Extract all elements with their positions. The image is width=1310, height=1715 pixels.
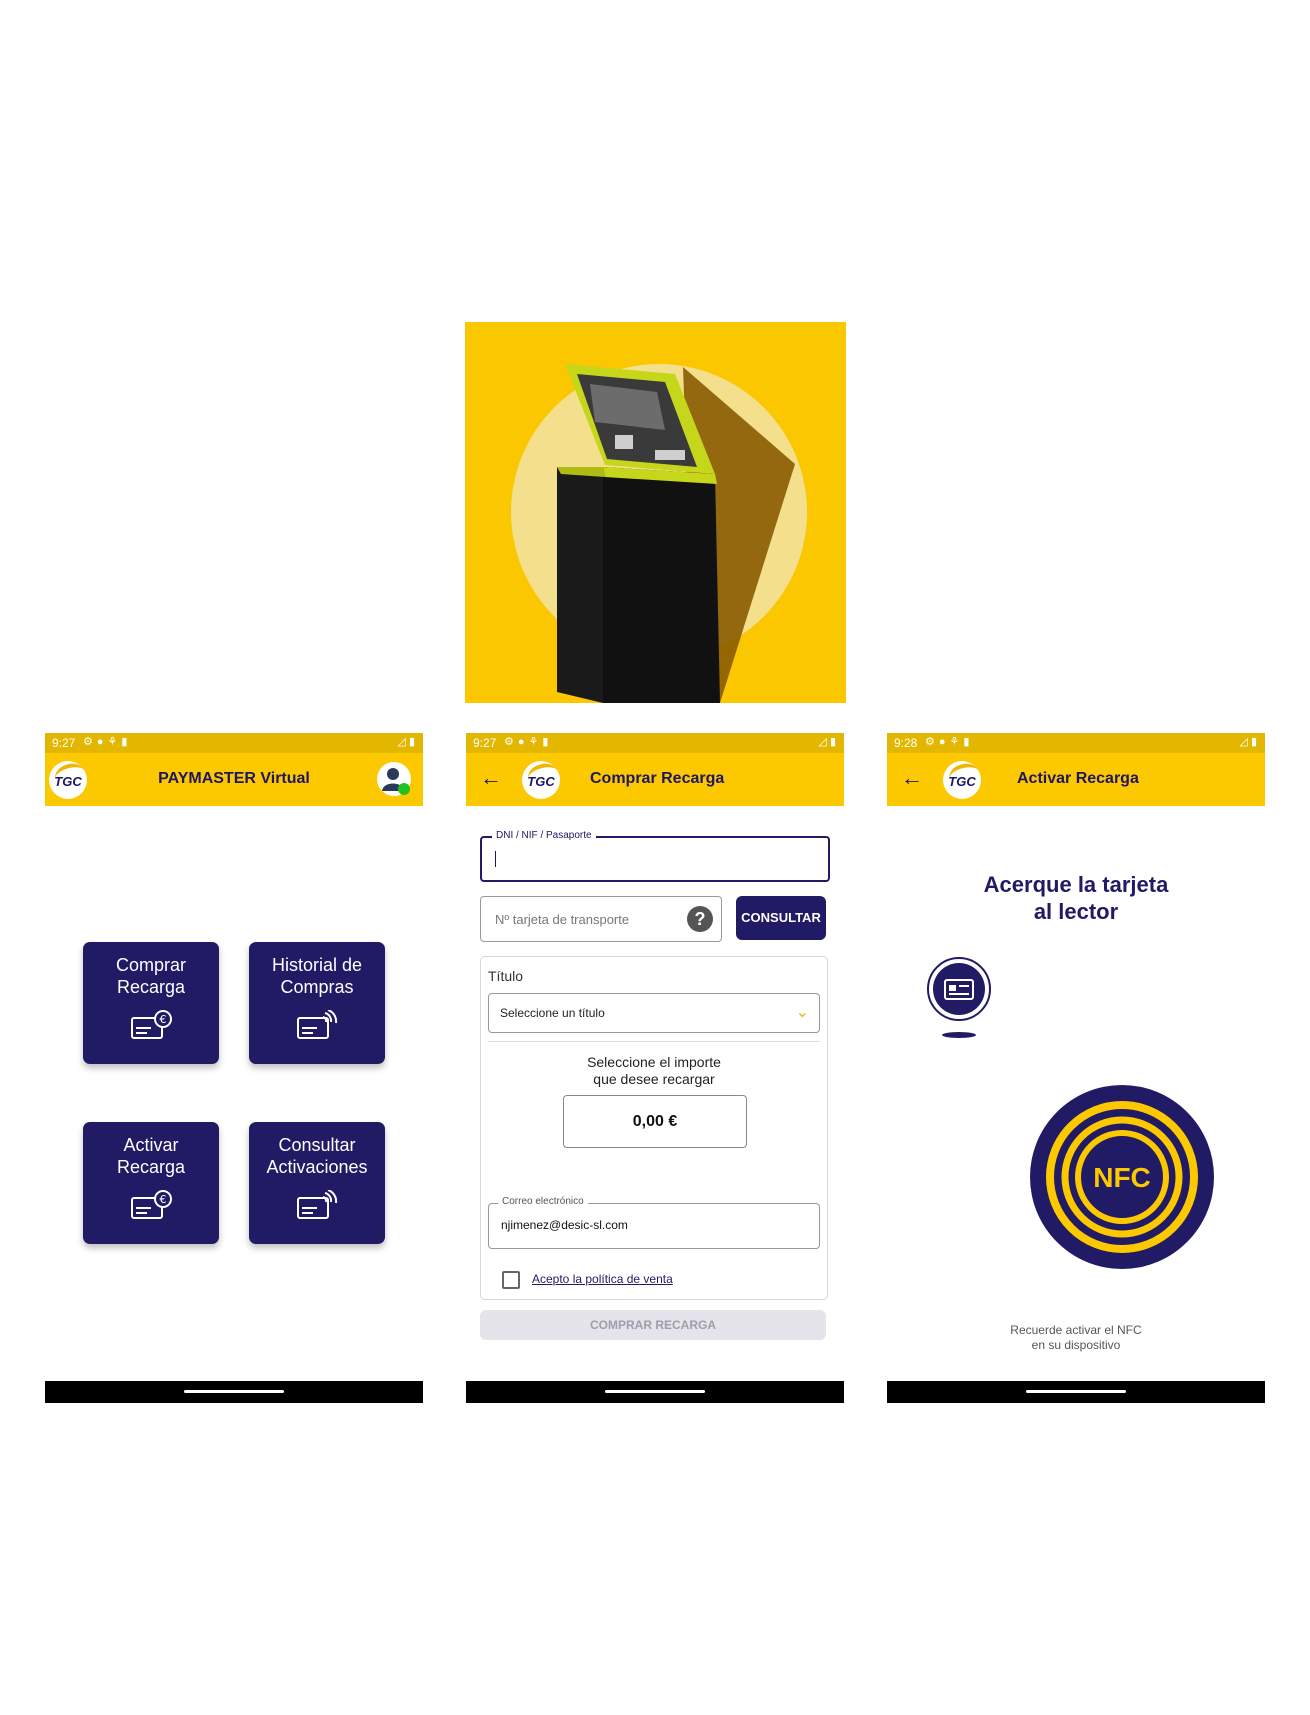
tgc-logo: TGC — [943, 761, 981, 799]
status-bar: 9:27 ⚙●⚘▮ ◿ ▮ — [466, 733, 844, 753]
card-contactless-icon — [297, 1190, 338, 1219]
nfc-hint: Recuerde activar el NFC en su dispositiv… — [1010, 1323, 1142, 1352]
system-nav-bar — [466, 1381, 844, 1403]
hero-kiosk-illustration — [465, 322, 846, 703]
page-title: Activar Recarga — [1017, 770, 1139, 787]
importe-input[interactable]: 0,00 € — [563, 1095, 747, 1148]
status-time: 9:27 — [52, 736, 76, 750]
app-bar: TGC PAYMASTER Virtual — [45, 753, 423, 806]
titulo-select[interactable]: Seleccione un título ⌄ — [488, 993, 820, 1033]
status-icons: ⚙●⚘▮ — [925, 736, 974, 748]
card-number-placeholder: Nº tarjeta de transporte — [495, 912, 630, 927]
svg-text:€: € — [160, 1013, 167, 1026]
comprar-recarga-button[interactable]: COMPRAR RECARGA — [480, 1310, 826, 1340]
nfc-label: NFC — [1093, 1162, 1151, 1193]
home-gesture-handle[interactable] — [1026, 1390, 1126, 1393]
titulo-label: Título — [488, 968, 524, 984]
phone-home-screen: 9:27 ⚙●⚘▮ ◿ ▮ TGC PAYMASTER Virtual Comp… — [45, 733, 423, 1403]
system-nav-bar — [887, 1381, 1265, 1403]
kiosk-illustration — [511, 364, 807, 703]
email-value: njimenez@desic-sl.com — [501, 1218, 628, 1232]
historial-compras-tile[interactable]: Historial de Compras — [249, 942, 385, 1064]
activar-recarga-tile[interactable]: Activar Recarga € — [83, 1122, 219, 1244]
email-label: Correo electrónico — [498, 1196, 588, 1207]
system-nav-bar — [45, 1381, 423, 1403]
home-gesture-handle[interactable] — [605, 1390, 705, 1393]
status-bar: 9:27 ⚙●⚘▮ ◿ ▮ — [45, 733, 423, 753]
policy-checkbox[interactable] — [502, 1271, 520, 1289]
help-icon[interactable]: ? — [687, 906, 713, 932]
phone-activar-recarga-screen: 9:28 ⚙●⚘▮ ◿ ▮ ← TGC Activar Recarga Acer… — [887, 733, 1265, 1403]
nfc-heading: Acerque la tarjeta al lector — [983, 872, 1169, 924]
card-contactless-icon — [297, 1010, 338, 1039]
back-arrow-icon[interactable]: ← — [480, 765, 502, 791]
page-title: Comprar Recarga — [590, 770, 725, 787]
status-time: 9:27 — [473, 736, 497, 750]
status-bar: 9:28 ⚙●⚘▮ ◿ ▮ — [887, 733, 1265, 753]
home-gesture-handle[interactable] — [184, 1390, 284, 1393]
chevron-down-icon: ⌄ — [795, 1004, 809, 1021]
importe-instructions: Seleccione el importe que desee recargar — [587, 1054, 721, 1087]
signal-battery-icon: ◿ ▮ — [1239, 736, 1257, 748]
svg-text:€: € — [160, 1193, 167, 1206]
phone-comprar-recarga-screen: 9:27 ⚙●⚘▮ ◿ ▮ ← TGC Comprar Recarga DNI … — [466, 733, 844, 1403]
titulo-select-value: Seleccione un título — [500, 1006, 605, 1020]
policy-link[interactable]: Acepto la política de venta — [532, 1272, 673, 1286]
email-input[interactable]: njimenez@desic-sl.com — [488, 1203, 820, 1249]
status-icons: ⚙●⚘▮ — [83, 736, 132, 748]
card-approach-icon — [927, 957, 991, 1038]
page-title: PAYMASTER Virtual — [158, 770, 310, 787]
dni-input[interactable] — [480, 836, 830, 882]
nfc-reader-icon: NFC — [1030, 1085, 1214, 1269]
card-euro-icon: € — [131, 1190, 172, 1219]
text-cursor — [495, 851, 496, 867]
consultar-activaciones-tile[interactable]: Consultar Activaciones — [249, 1122, 385, 1244]
app-bar: ← TGC Activar Recarga — [887, 753, 1265, 806]
app-bar: ← TGC Comprar Recarga — [466, 753, 844, 806]
purchase-card: Título Seleccione un título ⌄ Seleccione… — [480, 956, 828, 1300]
divider — [488, 1041, 820, 1042]
signal-battery-icon: ◿ ▮ — [397, 736, 415, 748]
dni-input-label: DNI / NIF / Pasaporte — [492, 830, 596, 841]
comprar-recarga-tile[interactable]: Comprar Recarga € — [83, 942, 219, 1064]
user-account-icon[interactable] — [377, 762, 411, 796]
importe-value: 0,00 € — [632, 1113, 678, 1130]
card-number-input[interactable]: Nº tarjeta de transporte ? — [480, 896, 722, 942]
card-euro-icon: € — [131, 1010, 172, 1039]
back-arrow-icon[interactable]: ← — [901, 765, 923, 791]
tgc-logo: TGC — [522, 761, 560, 799]
status-icons: ⚙●⚘▮ — [504, 736, 553, 748]
consultar-button[interactable]: CONSULTAR — [736, 896, 826, 940]
status-time: 9:28 — [894, 736, 918, 750]
signal-battery-icon: ◿ ▮ — [818, 736, 836, 748]
